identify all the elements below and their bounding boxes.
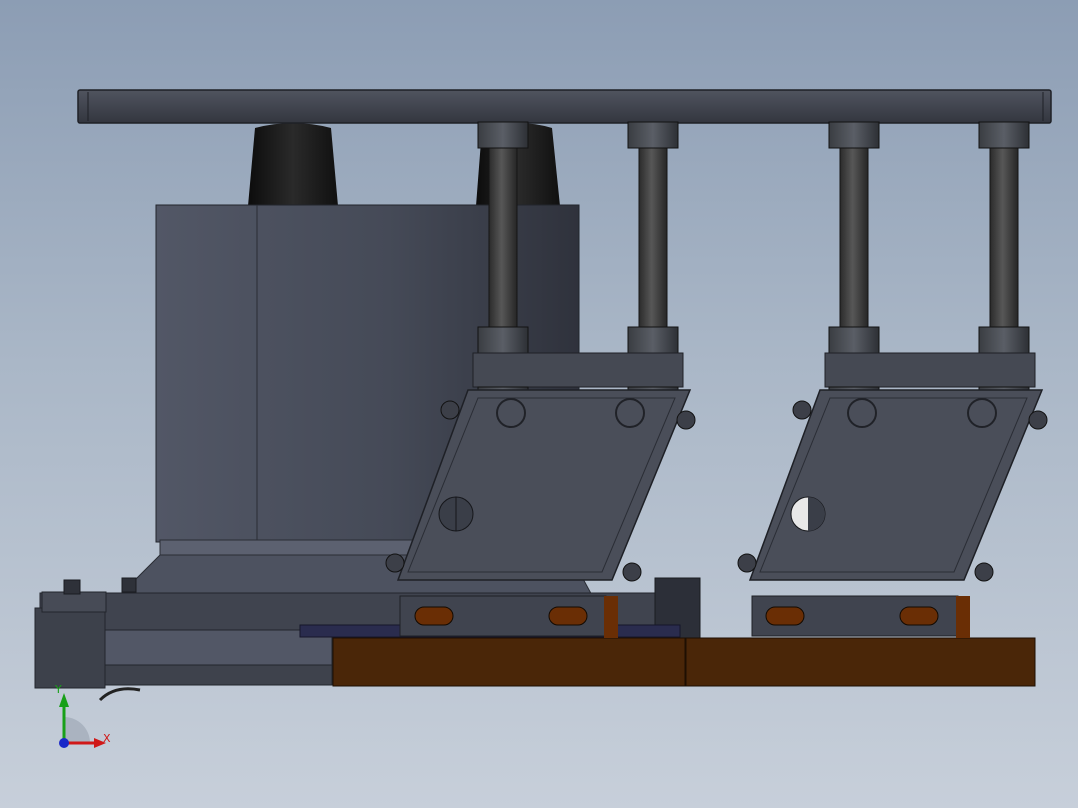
- bolt-head[interactable]: [676, 410, 696, 430]
- wood-board-right[interactable]: [685, 637, 1036, 687]
- bolt-head[interactable]: [1028, 410, 1048, 430]
- hex-nut[interactable]: [477, 121, 529, 149]
- base-rail: [81, 664, 333, 686]
- triad-z-axis: [59, 738, 69, 748]
- hex-nut[interactable]: [978, 326, 1030, 354]
- threaded-rod-3[interactable]: [839, 139, 869, 336]
- base-stud-2: [121, 577, 137, 593]
- cross-bar-right[interactable]: [824, 352, 1036, 388]
- bolt-head[interactable]: [622, 562, 642, 582]
- angled-bracket-right[interactable]: [748, 389, 1044, 581]
- bracket-foot-flange: [956, 596, 970, 638]
- bolt-head[interactable]: [792, 400, 812, 420]
- hex-nut[interactable]: [978, 121, 1030, 149]
- base-plate-lower: [81, 629, 333, 671]
- bracket-foot-flange: [604, 596, 618, 638]
- mounting-slot[interactable]: [548, 606, 588, 626]
- triad-arc: [64, 717, 90, 743]
- base-stud-1: [63, 579, 81, 595]
- bolt-head[interactable]: [440, 400, 460, 420]
- top-plate[interactable]: [77, 89, 1052, 124]
- rubber-mount-left[interactable]: [248, 123, 338, 206]
- hex-nut[interactable]: [627, 326, 679, 354]
- cad-model-view[interactable]: [0, 0, 1078, 808]
- bolt-head[interactable]: [385, 553, 405, 573]
- coordinate-triad: X Y: [54, 685, 111, 748]
- base-end-cap[interactable]: [34, 607, 106, 689]
- cross-bar-left[interactable]: [472, 352, 684, 388]
- threaded-rod-2[interactable]: [638, 139, 668, 336]
- hex-nut[interactable]: [828, 326, 880, 354]
- mounting-slot[interactable]: [765, 606, 805, 626]
- mounting-slot[interactable]: [414, 606, 454, 626]
- triad-y-label: Y: [54, 685, 62, 696]
- hex-nut[interactable]: [828, 121, 880, 149]
- wood-board-left[interactable]: [332, 637, 686, 687]
- base-end-block: [41, 591, 107, 613]
- hex-nut[interactable]: [477, 326, 529, 354]
- bolt-head[interactable]: [974, 562, 994, 582]
- hex-nut[interactable]: [627, 121, 679, 149]
- threaded-rod-4[interactable]: [989, 139, 1019, 336]
- bolt-head[interactable]: [737, 553, 757, 573]
- threaded-rod-1[interactable]: [488, 139, 518, 336]
- triad-x-label: X: [103, 732, 111, 745]
- mounting-slot[interactable]: [899, 606, 939, 626]
- graphics-viewport[interactable]: X Y: [0, 0, 1078, 808]
